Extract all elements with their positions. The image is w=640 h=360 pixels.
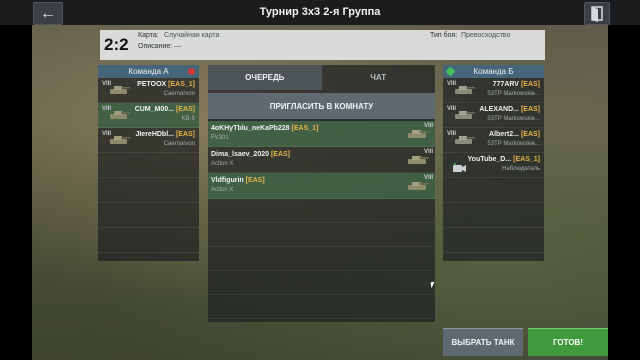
team-b-panel: Команда Б VIII 777ARV [EAS] 53TP Markows… xyxy=(443,65,544,261)
player-name: CUM_M00... [EAS] xyxy=(134,106,195,113)
player-tank: 53TP Markowskie... xyxy=(487,116,540,122)
game-screen: 2:2 Карта: Случайная карта Описание: — Т… xyxy=(32,0,608,360)
empty-slot xyxy=(208,271,435,295)
team-a-title: Команда А xyxy=(128,67,169,76)
empty-slot xyxy=(98,228,199,253)
player-name: PETOOX [EAS_1] xyxy=(137,81,195,88)
battle-type-label: Тип боя: xyxy=(430,32,458,39)
empty-slot xyxy=(98,178,199,203)
tank-icon xyxy=(108,133,130,145)
map-label: Карта: xyxy=(138,32,159,39)
invite-button[interactable]: ПРИГЛАСИТЬ В КОМНАТУ xyxy=(208,93,435,121)
tank-icon xyxy=(108,83,130,95)
player-tank: Caernarvon xyxy=(163,141,195,147)
page-title: Турнир 3х3 2-я Группа xyxy=(259,6,381,18)
queue-row[interactable]: Vldfigurin [EAS] Action X VIII xyxy=(208,173,435,199)
door-exit-icon xyxy=(591,6,603,22)
player-row[interactable]: VIII 777ARV [EAS] 53TP Markowskie... xyxy=(443,78,544,103)
mouse-cursor-icon xyxy=(430,281,436,289)
player-tank: KB-5 xyxy=(181,116,195,122)
player-tank: 53TP Markowskie... xyxy=(487,141,540,147)
spectator-row[interactable]: YouTube_D... [EAS_1] Наблюдатель xyxy=(443,153,544,178)
exit-button[interactable] xyxy=(584,2,610,25)
player-row[interactable]: VIII Albert2... [EAS] 53TP Markowskie... xyxy=(443,128,544,153)
tank-icon xyxy=(453,133,475,145)
player-row[interactable]: VIII ALEXAND... [EAS] 53TP Markowskie... xyxy=(443,103,544,128)
team-b-header: Команда Б xyxy=(443,65,544,78)
tank-icon xyxy=(407,127,429,140)
queue-player-name: Vldfigurin [EAS] xyxy=(211,177,265,184)
queue-player-tank: FV301 xyxy=(211,135,229,141)
tab-queue[interactable]: ОЧЕРЕДЬ xyxy=(208,65,322,90)
tank-icon xyxy=(453,108,475,120)
top-bar: ← Турнир 3х3 2-я Группа xyxy=(0,0,640,25)
map-value: Случайная карта xyxy=(164,32,220,39)
player-name: YouTube_D... [EAS_1] xyxy=(467,156,540,163)
empty-slot xyxy=(208,295,435,319)
player-name: ALEXAND... [EAS] xyxy=(479,106,540,113)
queue-row[interactable]: 4oKHyTblu_neKaPb228 [EAS_1] FV301 VIII xyxy=(208,121,435,147)
center-panel: ОЧЕРЕДЬ ЧАТ ПРИГЛАСИТЬ В КОМНАТУ 4oKHyTb… xyxy=(208,65,435,322)
tank-icon xyxy=(407,179,429,192)
team-a-panel: Команда А VIII PETOOX [EAS_1] Caernarvon… xyxy=(98,65,199,261)
team-b-title: Команда Б xyxy=(473,67,514,76)
spectator-label: Наблюдатель xyxy=(502,166,540,172)
player-tank: 53TP Markowskie... xyxy=(487,91,540,97)
queue-row[interactable]: Dima_lsaev_2020 [EAS] Action X VIII xyxy=(208,147,435,173)
player-name: 777ARV [EAS] xyxy=(492,81,540,88)
empty-slot xyxy=(443,228,544,253)
empty-slot xyxy=(208,199,435,223)
queue-player-name: 4oKHyTblu_neKaPb228 [EAS_1] xyxy=(211,125,319,132)
queue-player-tank: Action X xyxy=(211,161,234,167)
tank-icon xyxy=(407,153,429,166)
queue-player-name: Dima_lsaev_2020 [EAS] xyxy=(211,151,291,158)
tank-icon xyxy=(453,83,475,95)
team-b-marker-icon xyxy=(445,66,456,77)
player-name: Albert2... [EAS] xyxy=(489,131,540,138)
empty-slot xyxy=(98,203,199,228)
player-row[interactable]: VIII PETOOX [EAS_1] Caernarvon xyxy=(98,78,199,103)
team-a-marker-icon xyxy=(188,68,195,75)
team-a-header: Команда А xyxy=(98,65,199,78)
description-value: — xyxy=(174,43,181,50)
empty-slot xyxy=(443,203,544,228)
score-display: 2:2 xyxy=(104,35,129,54)
queue-player-tank: Action X xyxy=(211,187,234,193)
empty-slot xyxy=(98,153,199,178)
description-label: Описание: xyxy=(138,43,173,50)
camera-icon xyxy=(453,160,466,172)
choose-tank-button[interactable]: ВЫБРАТЬ ТАНК xyxy=(443,328,523,356)
tabs: ОЧЕРЕДЬ ЧАТ xyxy=(208,65,435,90)
player-row[interactable]: VIII JIereHDbl... [EAS] Caernarvon xyxy=(98,128,199,153)
empty-slot xyxy=(443,178,544,203)
ready-button[interactable]: ГОТОВ! xyxy=(528,328,608,356)
empty-slot xyxy=(208,223,435,247)
battle-type-value: Превосходство xyxy=(461,32,511,39)
empty-slot xyxy=(208,247,435,271)
tab-chat[interactable]: ЧАТ xyxy=(322,65,436,90)
tank-icon xyxy=(108,108,130,120)
room-info-bar: 2:2 Карта: Случайная карта Описание: — Т… xyxy=(100,30,545,60)
player-tank: Caernarvon xyxy=(163,91,195,97)
player-name: JIereHDbl... [EAS] xyxy=(135,131,195,138)
player-row[interactable]: VIII CUM_M00... [EAS] KB-5 xyxy=(98,103,199,128)
